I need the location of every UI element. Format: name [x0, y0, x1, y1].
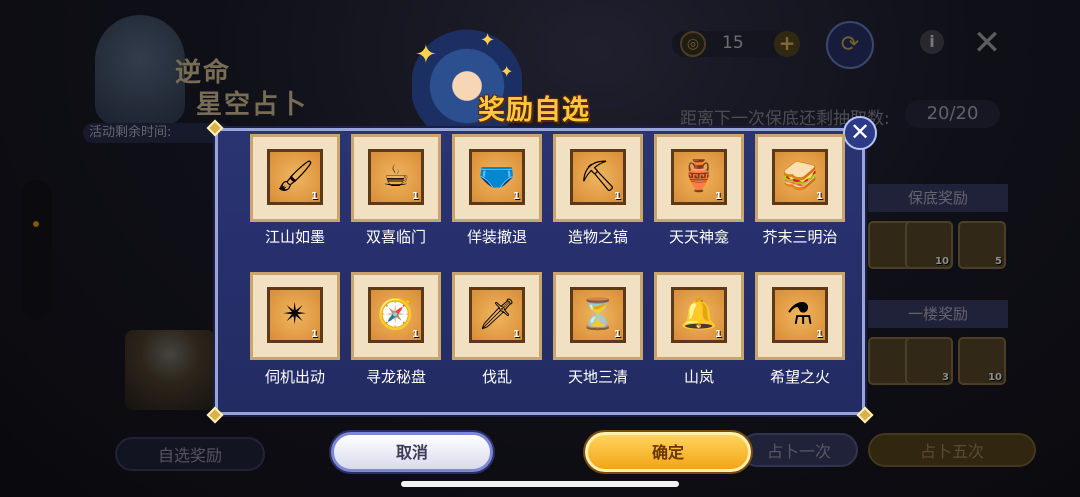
star-icon: ✦	[480, 30, 496, 51]
item-icon-frame: 🔔 1	[671, 287, 727, 343]
item-icon-frame: ⏳ 1	[570, 287, 626, 343]
reward-item-card[interactable]: 🔔 1	[654, 272, 744, 360]
item-icon-frame: 🧭 1	[368, 287, 424, 343]
item-count: 1	[614, 191, 621, 202]
reward-item-card[interactable]: 🥪 1	[755, 134, 845, 222]
item-count: 1	[311, 191, 318, 202]
reward-item-card[interactable]: 🖌 1	[250, 134, 340, 222]
reward-item-name: 希望之火	[769, 368, 830, 386]
item-count: 1	[513, 191, 520, 202]
cancel-button[interactable]: 取消	[331, 432, 493, 472]
star-icon: ✦	[500, 62, 514, 81]
reward-item-name: 山岚	[683, 368, 714, 386]
reward-item-card[interactable]: 🩲 1	[452, 134, 542, 222]
item-icon-frame: 🩲 1	[469, 149, 525, 205]
reward-item-name: 佯装撤退	[466, 228, 527, 246]
reward-item-card[interactable]: ⏳ 1	[553, 272, 643, 360]
item-count: 1	[715, 191, 722, 202]
reward-item-card[interactable]: ✴ 1	[250, 272, 340, 360]
reward-item-card[interactable]: ⚗ 1	[755, 272, 845, 360]
reward-item-name: 造物之镐	[567, 228, 628, 246]
reward-item-name: 芥末三明治	[762, 228, 838, 246]
item-icon-frame: 🖌 1	[267, 149, 323, 205]
item-icon-frame: 🗡 1	[469, 287, 525, 343]
reward-item-card[interactable]: 🧭 1	[351, 272, 441, 360]
home-indicator[interactable]	[401, 481, 679, 487]
reward-item-name: 天地三清	[567, 368, 628, 386]
reward-item-card[interactable]: ⛏ 1	[553, 134, 643, 222]
item-icon-frame: ☕ 1	[368, 149, 424, 205]
reward-item-name: 伺机出动	[264, 368, 325, 386]
item-count: 1	[614, 329, 621, 340]
reward-item-card[interactable]: 🗡 1	[452, 272, 542, 360]
item-count: 1	[311, 329, 318, 340]
reward-item-name: 天天神龛	[668, 228, 729, 246]
item-count: 1	[513, 329, 520, 340]
reward-item-name: 寻龙秘盘	[365, 368, 426, 386]
reward-item-name: 伐乱	[481, 368, 512, 386]
reward-item-card[interactable]: 🏺 1	[654, 134, 744, 222]
item-count: 1	[715, 329, 722, 340]
item-count: 1	[816, 191, 823, 202]
item-icon-frame: 🥪 1	[772, 149, 828, 205]
item-icon-frame: ✴ 1	[267, 287, 323, 343]
star-icon: ✦	[415, 40, 437, 70]
item-count: 1	[412, 329, 419, 340]
item-icon-frame: ⛏ 1	[570, 149, 626, 205]
item-count: 1	[816, 329, 823, 340]
reward-item-name: 江山如墨	[264, 228, 325, 246]
confirm-button[interactable]: 确定	[585, 432, 751, 472]
reward-item-name: 双喜临门	[365, 228, 426, 246]
reward-item-card[interactable]: ☕ 1	[351, 134, 441, 222]
modal-close-button[interactable]: ✕	[843, 116, 877, 150]
item-icon-frame: ⚗ 1	[772, 287, 828, 343]
item-icon-frame: 🏺 1	[671, 149, 727, 205]
modal-title: 奖励自选	[478, 95, 590, 126]
item-count: 1	[412, 191, 419, 202]
